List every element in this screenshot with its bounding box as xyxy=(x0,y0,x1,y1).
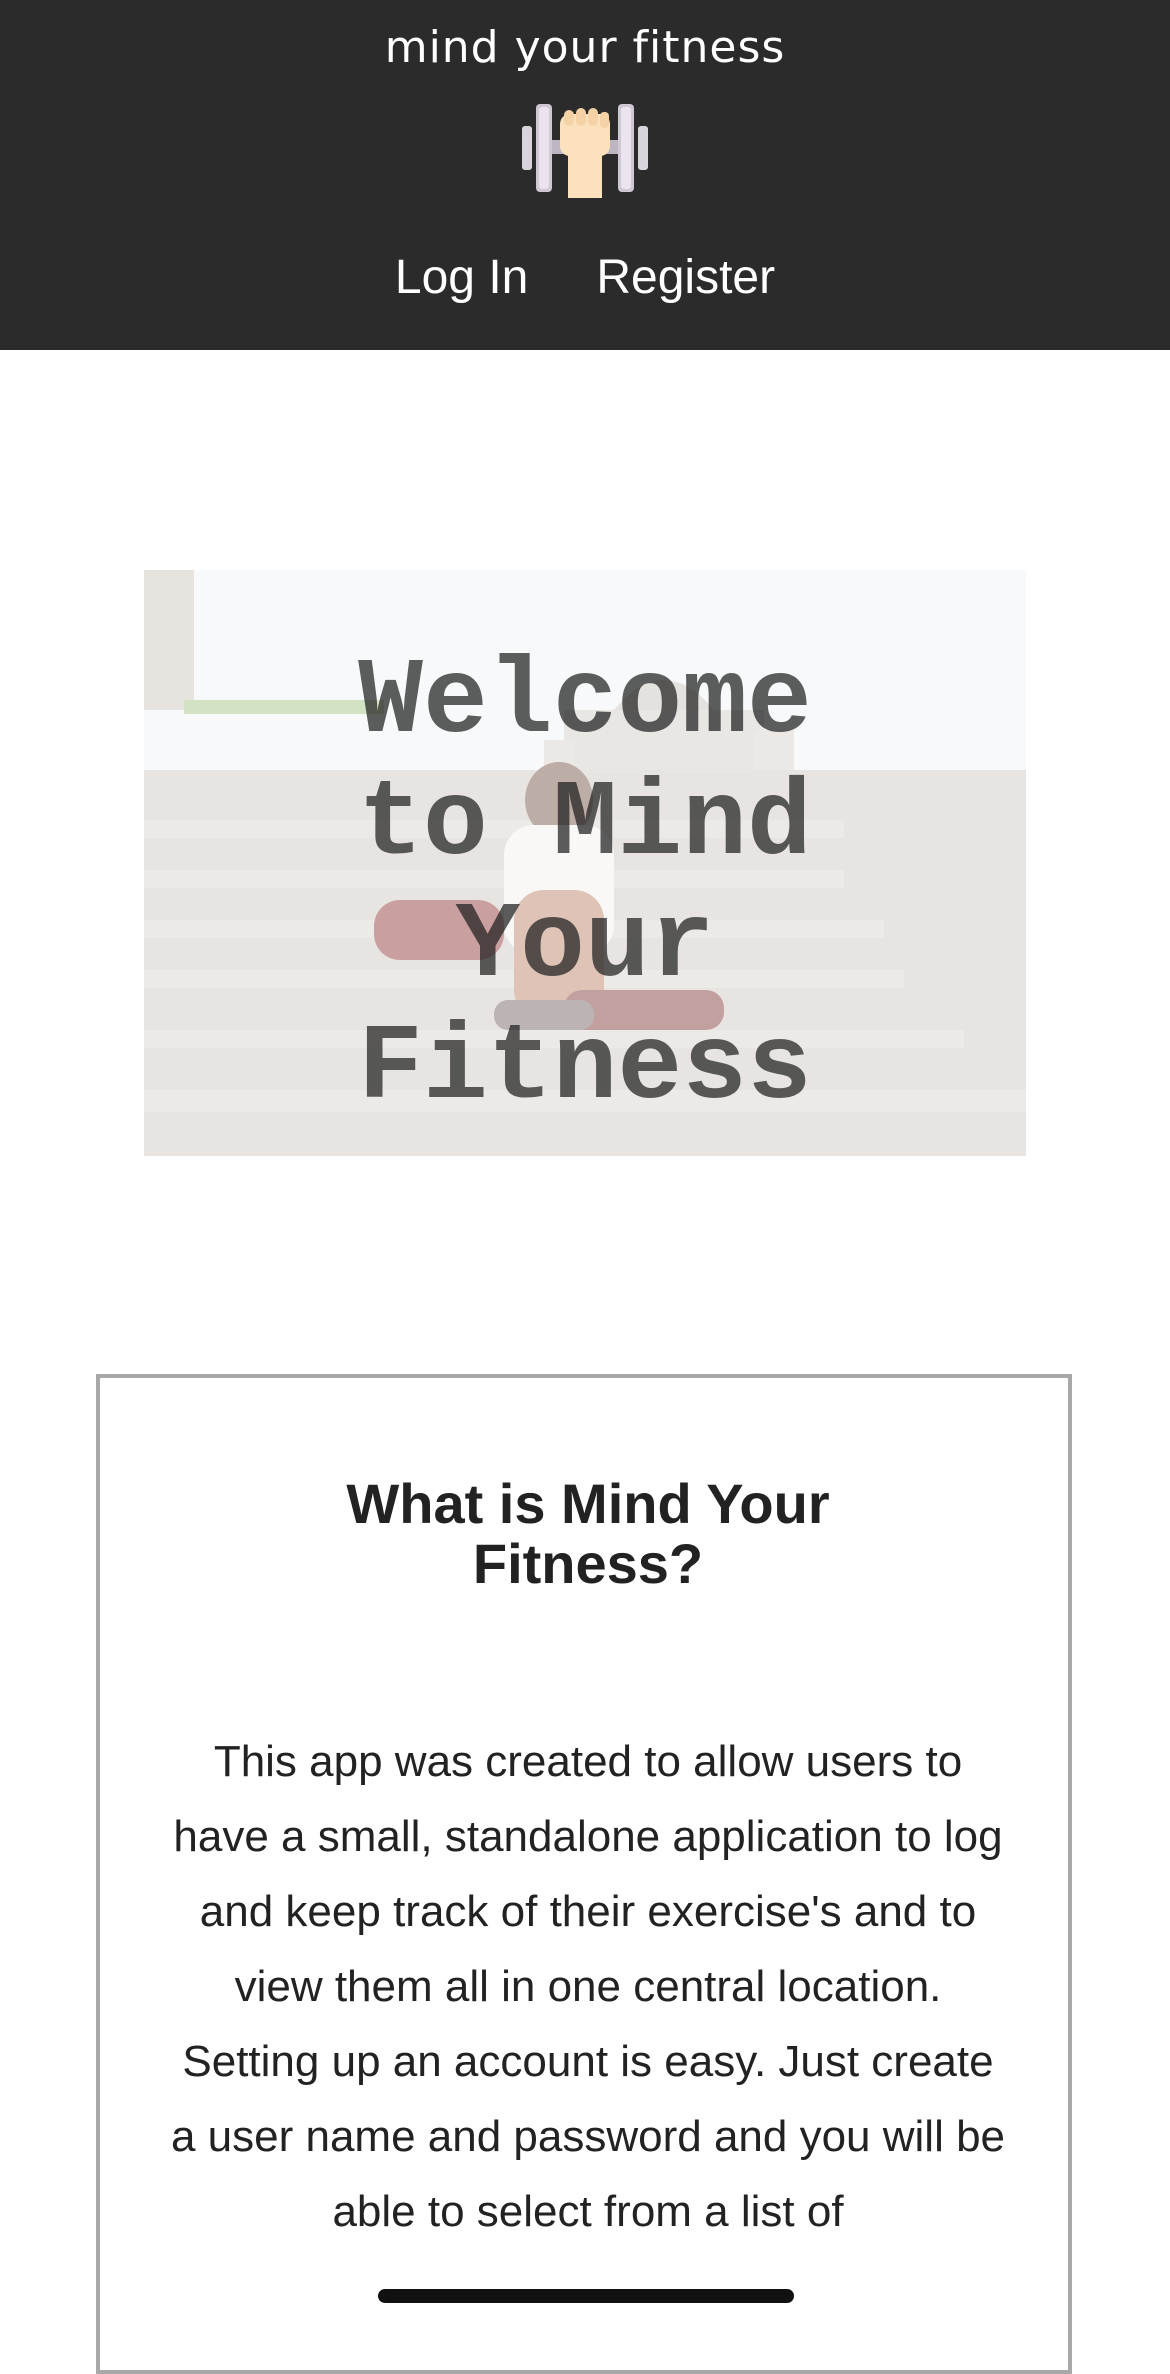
home-indicator[interactable] xyxy=(378,2289,794,2303)
login-link[interactable]: Log In xyxy=(395,250,528,305)
about-card: What is Mind Your Fitness? This app was … xyxy=(96,1374,1072,2374)
dumbbell-fist-icon xyxy=(522,104,648,198)
about-body: This app was created to allow users to h… xyxy=(170,1737,1006,2236)
brand-name: mind your fitness xyxy=(384,22,786,73)
header-nav: Log In Register xyxy=(0,250,1170,305)
about-title: What is Mind Your Fitness? xyxy=(346,1472,830,1595)
register-link[interactable]: Register xyxy=(596,250,775,305)
hero-title: Welcome to Mind Your Fitness xyxy=(358,642,812,1130)
top-header: mind your fitness Log In Register xyxy=(0,0,1170,350)
hero-banner: Welcome to Mind Your Fitness xyxy=(144,570,1026,1156)
